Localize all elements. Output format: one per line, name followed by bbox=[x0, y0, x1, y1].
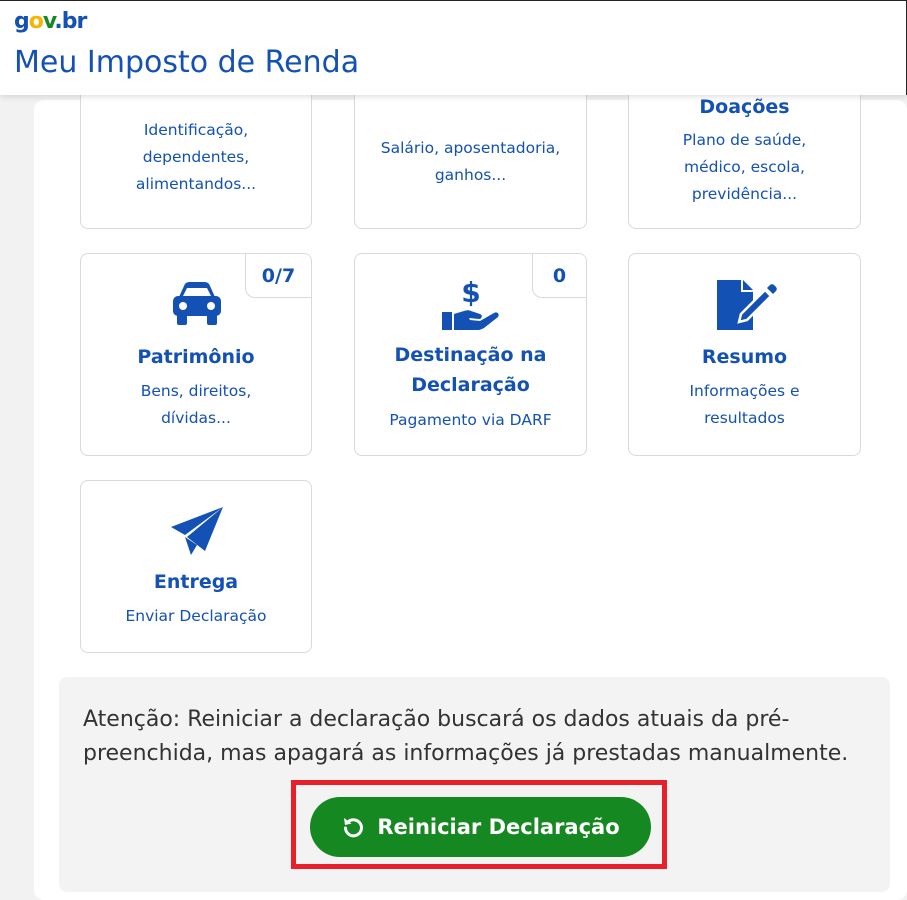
logo-letter-g: g bbox=[14, 9, 30, 34]
card-patrimonio-title: Patrimônio bbox=[137, 346, 255, 368]
svg-text:$: $ bbox=[461, 276, 480, 309]
money-hand-icon: $ bbox=[442, 276, 499, 330]
card-resumo-desc: Informações e resultados bbox=[689, 382, 800, 427]
card-entrega-title: Entrega bbox=[153, 571, 239, 593]
card-patrimonio-badge: 0/7 bbox=[245, 254, 311, 298]
card-entrega[interactable]: Entrega Enviar Declaração bbox=[80, 480, 312, 653]
card-destinacao-desc: Pagamento via DARF bbox=[389, 411, 552, 429]
card-destinacao-badge: 0 bbox=[532, 254, 586, 298]
card-rendimentos-desc: Salário, aposentadoria, ganhos... bbox=[380, 139, 561, 184]
card-destinacao[interactable]: 0 $ Destinação na Declaração Pagamento v… bbox=[354, 253, 587, 456]
govbr-logo[interactable]: gov.br bbox=[14, 9, 88, 34]
car-icon bbox=[173, 282, 221, 325]
logo-dot: . bbox=[54, 9, 62, 34]
document-edit-icon bbox=[717, 280, 777, 330]
card-doacoes-title: Doações bbox=[699, 96, 790, 118]
logo-letter-r: r bbox=[76, 9, 88, 34]
app-header: gov.br Meu Imposto de Renda bbox=[0, 0, 907, 95]
card-doacoes[interactable]: Doações Plano de saúde, médico, escola, … bbox=[628, 80, 861, 229]
card-patrimonio-desc: Bens, direitos, dívidas... bbox=[140, 382, 252, 427]
logo-letter-b: b bbox=[61, 9, 78, 34]
card-patrimonio[interactable]: 0/7 Patrimônio Bens, direitos, dívidas..… bbox=[80, 253, 312, 456]
restart-button-label: Reiniciar Declaração bbox=[377, 815, 620, 839]
card-resumo[interactable]: Resumo Informações e resultados bbox=[628, 253, 861, 456]
card-resumo-title: Resumo bbox=[701, 346, 788, 368]
card-doacoes-desc: Plano de saúde, médico, escola, previdên… bbox=[682, 131, 807, 203]
card-destinacao-title: Destinação na Declaração bbox=[394, 344, 547, 396]
card-entrega-desc: Enviar Declaração bbox=[125, 607, 267, 625]
logo-letter-v: v bbox=[42, 9, 56, 34]
card-identificacao-desc: Identificação, dependentes, alimentandos… bbox=[135, 121, 257, 193]
restart-icon bbox=[344, 818, 364, 838]
app-title: Meu Imposto de Renda bbox=[14, 45, 360, 80]
restart-declaration-button[interactable]: Reiniciar Declaração bbox=[310, 797, 651, 857]
card-identificacao[interactable]: Identificação, dependentes, alimentandos… bbox=[80, 80, 312, 229]
restart-warning-text: Atenção: Reiniciar a declaração buscará … bbox=[83, 707, 849, 766]
paper-plane-icon bbox=[171, 507, 223, 555]
logo-letter-o: o bbox=[28, 9, 44, 34]
card-rendimentos[interactable]: Salário, aposentadoria, ganhos... bbox=[354, 80, 587, 229]
